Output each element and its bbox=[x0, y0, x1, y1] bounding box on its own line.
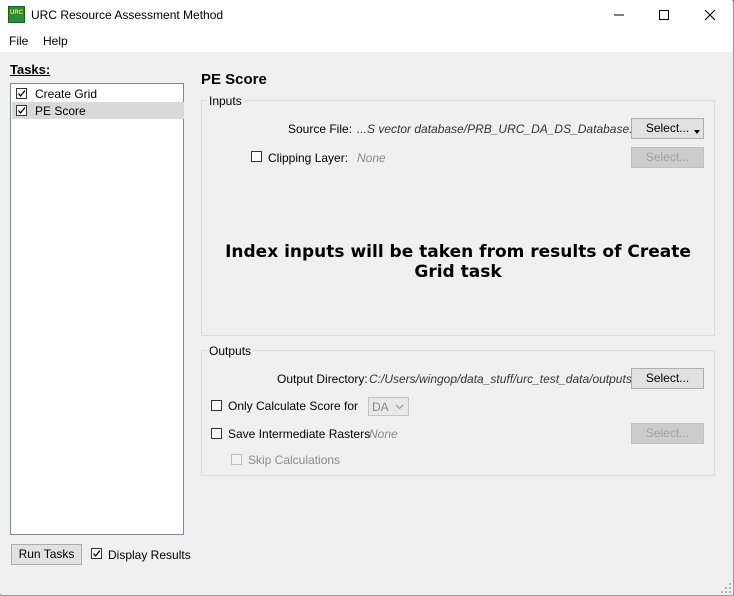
title-bar: URC URC Resource Assessment Method bbox=[0, 0, 732, 30]
output-directory-select-button[interactable]: Select... bbox=[631, 368, 704, 389]
minimize-button[interactable] bbox=[596, 0, 642, 30]
save-intermediate-value: None bbox=[369, 427, 398, 441]
display-results-checkbox[interactable] bbox=[91, 548, 102, 559]
menu-bar: File Help bbox=[0, 30, 732, 52]
chevron-down-icon bbox=[395, 404, 404, 410]
task-list[interactable]: Create Grid PE Score bbox=[10, 83, 184, 535]
source-file-path: ...S vector database/PRB_URC_DA_DS_Datab… bbox=[357, 122, 653, 136]
checkmark-icon bbox=[17, 107, 26, 115]
score-type-value: DA bbox=[372, 400, 389, 414]
task-label-pe-score: PE Score bbox=[35, 104, 86, 118]
index-inputs-message: Index inputs will be taken from results … bbox=[225, 242, 691, 282]
clipping-layer-value: None bbox=[357, 151, 386, 165]
output-directory-path: C:/Users/wingop/data_stuff/urc_test_data… bbox=[369, 372, 632, 386]
save-intermediate-select-button[interactable]: Select... bbox=[631, 423, 704, 444]
display-results-label: Display Results bbox=[108, 548, 191, 562]
skip-calculations-checkbox[interactable] bbox=[231, 454, 242, 465]
resize-grip-icon[interactable] bbox=[721, 583, 731, 593]
run-tasks-button[interactable]: Run Tasks bbox=[11, 544, 82, 565]
source-file-label: Source File: bbox=[288, 122, 353, 136]
maximize-icon bbox=[659, 10, 669, 20]
save-intermediate-checkbox[interactable] bbox=[211, 428, 222, 439]
close-button[interactable] bbox=[687, 0, 733, 30]
clipping-layer-select-button[interactable]: Select... bbox=[631, 147, 704, 168]
skip-calculations-label: Skip Calculations bbox=[248, 453, 341, 467]
close-icon bbox=[704, 9, 716, 21]
save-intermediate-label: Save Intermediate Rasters bbox=[228, 427, 371, 441]
score-type-dropdown[interactable]: DA bbox=[368, 397, 409, 416]
checkmark-icon bbox=[17, 90, 26, 98]
only-calculate-checkbox[interactable] bbox=[211, 400, 222, 411]
task-checkbox-create-grid[interactable] bbox=[16, 88, 27, 99]
maximize-button[interactable] bbox=[641, 0, 687, 30]
task-item-create-grid[interactable]: Create Grid bbox=[12, 85, 184, 102]
output-directory-label: Output Directory: bbox=[277, 372, 368, 386]
menu-file[interactable]: File bbox=[9, 34, 28, 48]
tasks-label: Tasks: bbox=[10, 62, 51, 77]
source-file-select-label: Select... bbox=[645, 121, 690, 135]
menu-help[interactable]: Help bbox=[43, 34, 68, 48]
source-file-select-button[interactable]: Select... bbox=[631, 118, 704, 139]
window-title: URC Resource Assessment Method bbox=[31, 8, 224, 22]
clipping-layer-label: Clipping Layer: bbox=[268, 151, 349, 165]
outputs-group-title: Outputs bbox=[207, 344, 254, 358]
clipping-layer-checkbox[interactable] bbox=[251, 151, 262, 162]
minimize-icon bbox=[614, 14, 624, 16]
task-label-create-grid: Create Grid bbox=[35, 87, 98, 101]
task-item-pe-score[interactable]: PE Score bbox=[12, 102, 184, 119]
inputs-group-title: Inputs bbox=[207, 94, 244, 108]
urc-app-icon: URC bbox=[8, 6, 25, 23]
dropdown-arrow-icon bbox=[694, 130, 700, 134]
checkmark-icon bbox=[92, 550, 101, 558]
task-checkbox-pe-score[interactable] bbox=[16, 105, 27, 116]
page-title: PE Score bbox=[201, 71, 267, 88]
only-calculate-label: Only Calculate Score for bbox=[228, 399, 359, 413]
